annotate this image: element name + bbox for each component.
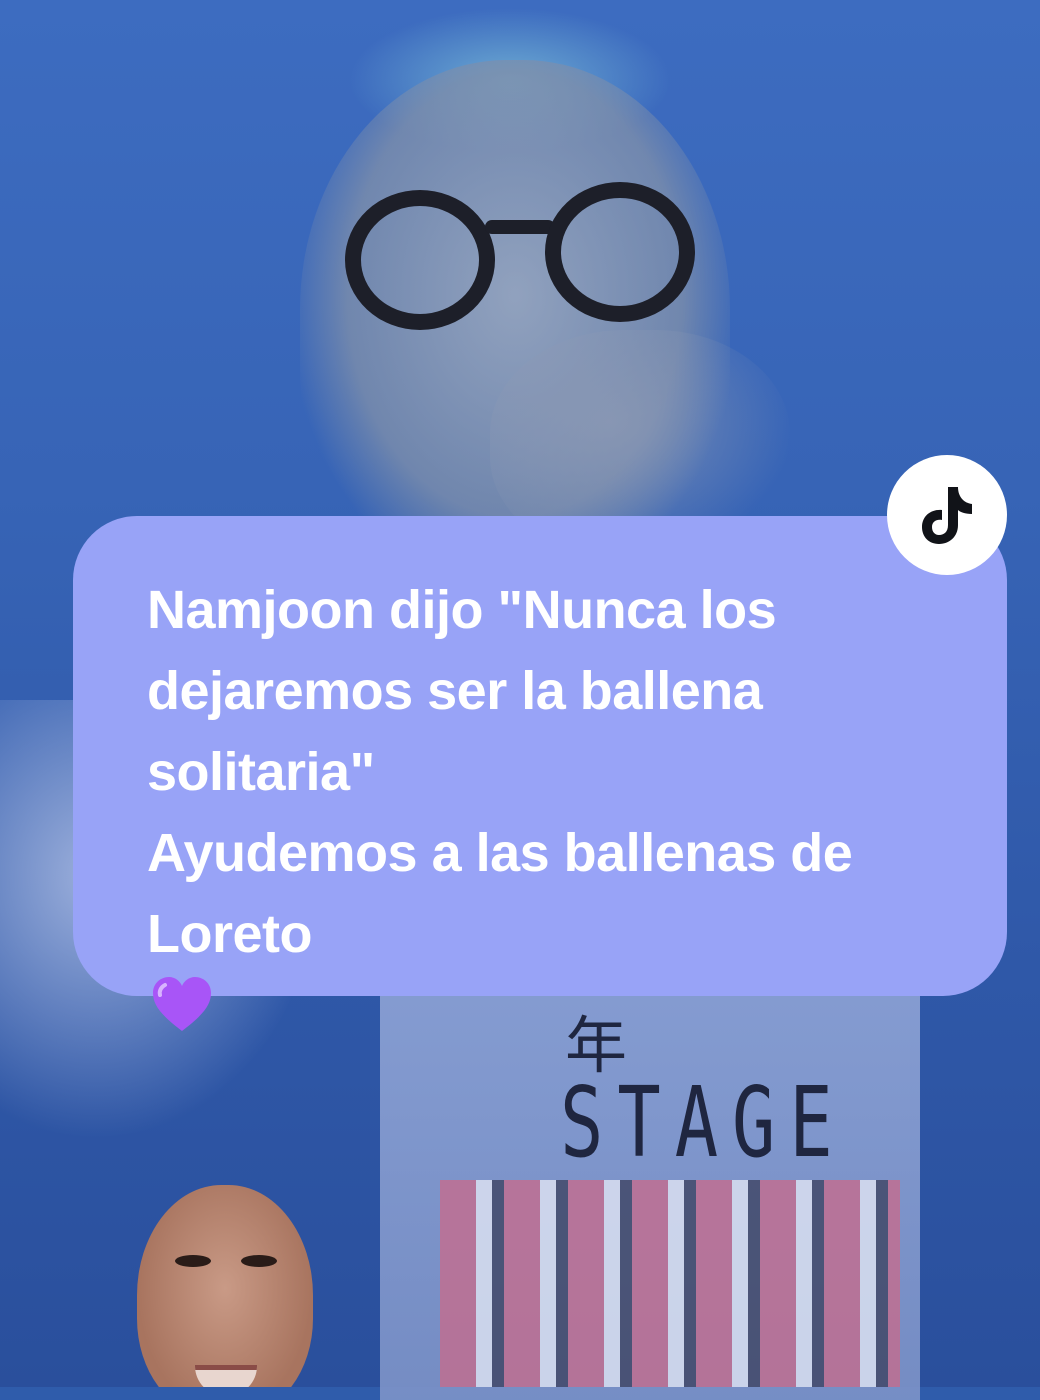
pip-face	[137, 1185, 313, 1387]
tiktok-badge[interactable]	[887, 455, 1007, 575]
video-glasses	[345, 182, 710, 350]
shirt-stage-text: STAGE	[560, 1065, 847, 1179]
caption-line-5: Loreto	[147, 894, 947, 1033]
tiktok-logo-icon	[922, 487, 972, 544]
caption-line-4: Ayudemos a las ballenas de	[147, 823, 853, 883]
caption-line-1: Namjoon dijo "Nunca los	[147, 580, 777, 640]
creator-camera-pip	[105, 1145, 345, 1387]
caption-line-2: dejaremos ser la ballena	[147, 661, 763, 721]
purple-heart-icon	[151, 975, 213, 1033]
caption-line-3: solitaria"	[147, 742, 375, 802]
shirt-graphic	[440, 1180, 900, 1387]
caption-text: Namjoon dijo "Nunca los dejaremos ser la…	[147, 570, 947, 1033]
